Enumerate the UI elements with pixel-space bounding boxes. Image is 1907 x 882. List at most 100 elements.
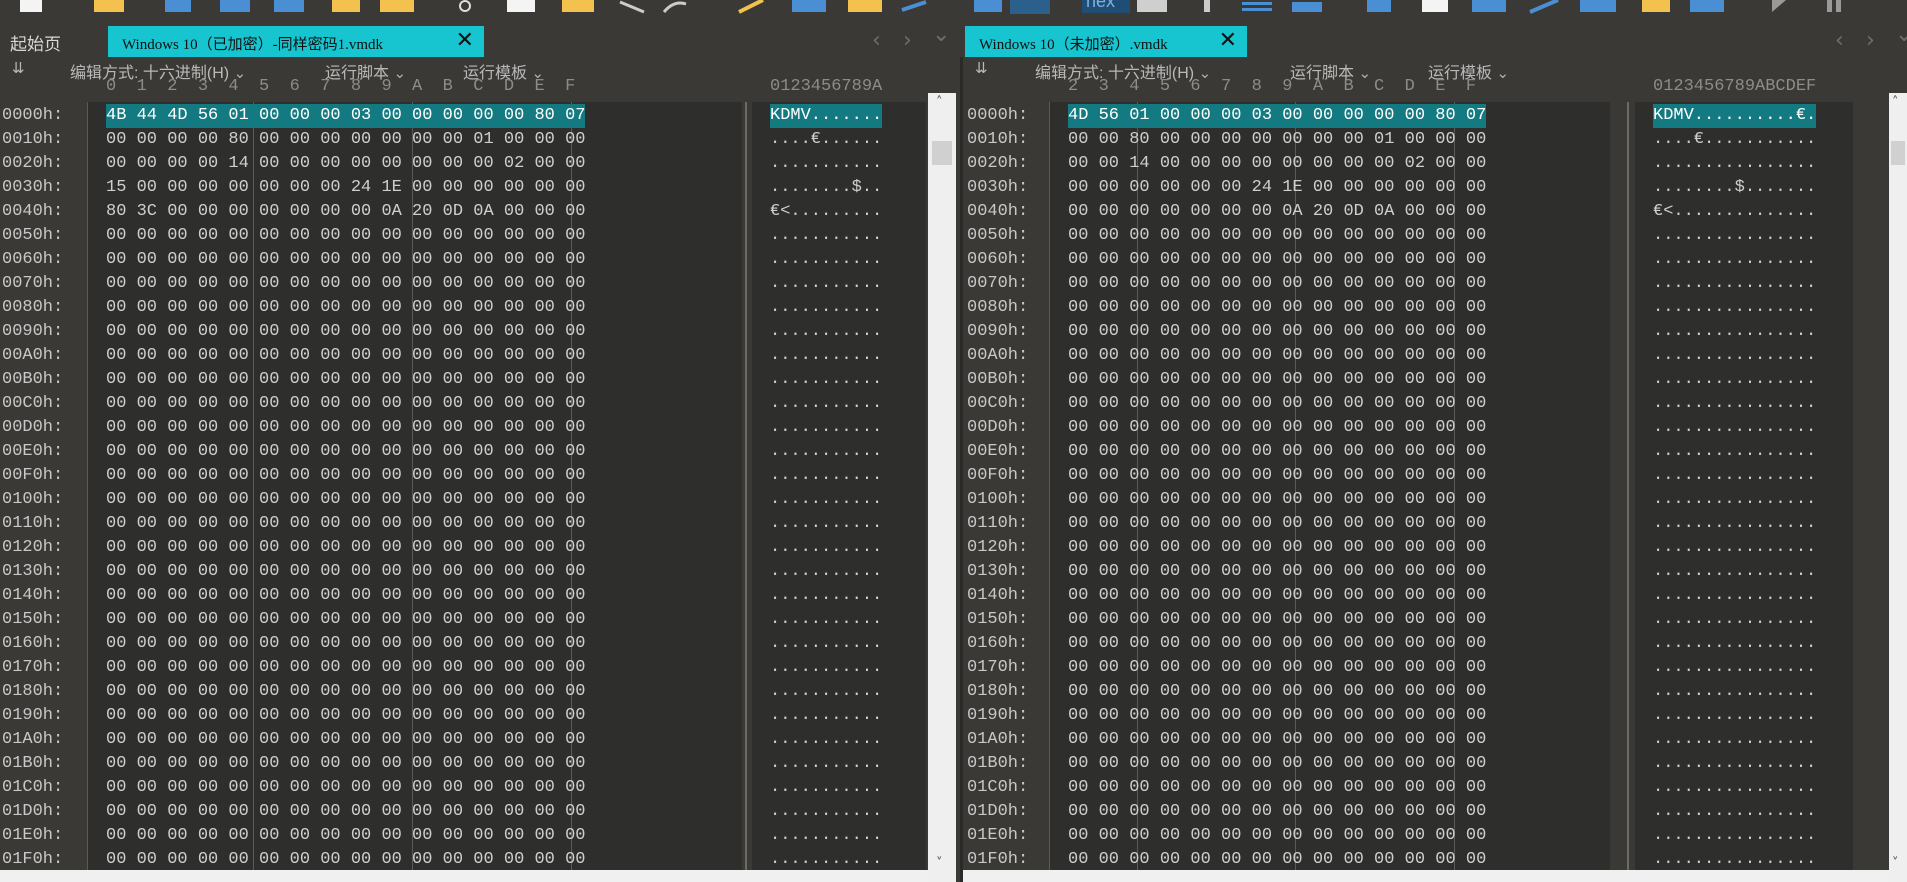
left-ascii-row[interactable]: ........... (770, 224, 882, 248)
right-hex-row[interactable]: 00 00 00 00 00 00 00 00 00 00 00 00 00 0… (1068, 464, 1486, 488)
left-hex-row[interactable]: 00 00 00 00 14 00 00 00 00 00 00 00 00 0… (106, 152, 585, 176)
left-ascii-row[interactable]: ........... (770, 560, 882, 584)
left-hex-row[interactable]: 00 00 00 00 00 00 00 00 00 00 00 00 00 0… (106, 464, 585, 488)
left-hex-row[interactable]: 00 00 00 00 00 00 00 00 00 00 00 00 00 0… (106, 224, 585, 248)
right-ascii-row[interactable]: ................ (1653, 560, 1816, 584)
left-ascii-row[interactable]: ........... (770, 392, 882, 416)
right-hex-row[interactable]: 00 00 00 00 00 00 00 00 00 00 00 00 00 0… (1068, 680, 1486, 704)
left-ascii-row[interactable]: ........... (770, 152, 882, 176)
right-ascii-row[interactable]: ................ (1653, 320, 1816, 344)
tab-right-file[interactable]: Windows 10（未加密）.vmdk ✕ (965, 26, 1247, 57)
right-ascii-row[interactable]: ........$....... (1653, 176, 1816, 200)
left-hex-row[interactable]: 00 00 00 00 00 00 00 00 00 00 00 00 00 0… (106, 392, 585, 416)
left-hex-row[interactable]: 00 00 00 00 00 00 00 00 00 00 00 00 00 0… (106, 704, 585, 728)
info-icon[interactable] (1200, 0, 1216, 16)
left-ascii-row[interactable]: ........... (770, 464, 882, 488)
left-ascii-row[interactable]: ........... (770, 584, 882, 608)
right-ascii-row[interactable]: ................ (1653, 704, 1816, 728)
left-ascii-row[interactable]: €<......... (770, 200, 882, 224)
right-hex-row[interactable]: 00 00 00 00 00 00 00 00 00 00 00 00 00 0… (1068, 584, 1486, 608)
right-ascii-row[interactable]: ................ (1653, 296, 1816, 320)
right-hex-row[interactable]: 00 00 00 00 00 00 00 00 00 00 00 00 00 0… (1068, 392, 1486, 416)
tab-start-page[interactable]: 起始页 (10, 30, 61, 55)
right-hex-row[interactable]: 00 00 00 00 00 00 00 00 00 00 00 00 00 0… (1068, 776, 1486, 800)
left-ascii-grid[interactable]: KDMV....... ....€........................… (770, 104, 883, 872)
left-ascii-row[interactable]: ........... (770, 824, 882, 848)
right-hex-row[interactable]: 00 00 00 00 00 00 00 00 00 00 00 00 00 0… (1068, 560, 1486, 584)
right-ascii-row[interactable]: ................ (1653, 152, 1816, 176)
left-hex-row[interactable]: 00 00 00 00 00 00 00 00 00 00 00 00 00 0… (106, 656, 585, 680)
left-hex-row[interactable]: 00 00 00 00 00 00 00 00 00 00 00 00 00 0… (106, 416, 585, 440)
right-ascii-row[interactable]: ................ (1653, 368, 1816, 392)
right-ascii-row[interactable]: ....€........... (1653, 128, 1816, 152)
left-hex-row[interactable]: 00 00 00 00 00 00 00 00 00 00 00 00 00 0… (106, 608, 585, 632)
scissors-icon[interactable] (455, 0, 483, 16)
right-hex-row[interactable]: 00 00 00 00 00 00 24 1E 00 00 00 00 00 0… (1068, 176, 1486, 200)
left-ascii-row[interactable]: ........... (770, 848, 882, 872)
left-hex-row[interactable]: 4B 44 4D 56 01 00 00 00 03 00 00 00 00 0… (106, 104, 586, 128)
right-hex-row[interactable]: 00 00 14 00 00 00 00 00 00 00 00 02 00 0… (1068, 152, 1486, 176)
left-ascii-row[interactable]: ........... (770, 656, 882, 680)
left-hex-row[interactable]: 00 00 00 00 00 00 00 00 00 00 00 00 00 0… (106, 512, 585, 536)
right-ascii-row[interactable]: KDMV..........€. (1653, 104, 1817, 128)
left-ascii-row[interactable]: ........... (770, 608, 882, 632)
right-hex-row[interactable]: 00 00 00 00 00 00 00 00 00 00 00 00 00 0… (1068, 704, 1486, 728)
right-ascii-row[interactable]: ................ (1653, 776, 1816, 800)
right-hex-row[interactable]: 00 00 00 00 00 00 00 00 00 00 00 00 00 0… (1068, 632, 1486, 656)
left-hex-row[interactable]: 00 00 00 00 00 00 00 00 00 00 00 00 00 0… (106, 848, 585, 872)
left-hex-row[interactable]: 00 00 00 00 00 00 00 00 00 00 00 00 00 0… (106, 680, 585, 704)
left-hex-row[interactable]: 00 00 00 00 00 00 00 00 00 00 00 00 00 0… (106, 272, 585, 296)
tab-next-arrow-icon[interactable]: › (903, 28, 912, 53)
right-hex-row[interactable]: 00 00 00 00 00 00 00 00 00 00 00 00 00 0… (1068, 272, 1486, 296)
left-hex-row[interactable]: 00 00 00 00 00 00 00 00 00 00 00 00 00 0… (106, 776, 585, 800)
right-hex-row[interactable]: 00 00 00 00 00 00 00 00 00 00 00 00 00 0… (1068, 344, 1486, 368)
open-icon[interactable] (330, 0, 364, 16)
left-hex-row[interactable]: 00 00 00 00 00 00 00 00 00 00 00 00 00 0… (106, 800, 585, 824)
right-ascii-row[interactable]: ................ (1653, 464, 1816, 488)
left-hex-row[interactable]: 00 00 00 00 00 00 00 00 00 00 00 00 00 0… (106, 728, 585, 752)
close-icon[interactable]: ✕ (456, 30, 474, 52)
left-ascii-row[interactable]: ........... (770, 680, 882, 704)
right-ascii-row[interactable]: ................ (1653, 608, 1816, 632)
base-convert-icon[interactable] (1688, 0, 1728, 16)
left-hex-grid[interactable]: 4B 44 4D 56 01 00 00 00 03 00 00 00 00 0… (106, 104, 586, 872)
save-as-icon[interactable] (218, 0, 254, 16)
right-hex-row[interactable]: 00 00 00 00 00 00 00 00 00 00 00 00 00 0… (1068, 248, 1486, 272)
left-hex-row[interactable]: 00 00 00 00 00 00 00 00 00 00 00 00 00 0… (106, 752, 585, 776)
left-ascii-row[interactable]: ........... (770, 248, 882, 272)
tab-list-dropdown-icon[interactable]: ⌄ (932, 22, 950, 47)
find-replace-icon[interactable] (846, 0, 886, 16)
left-ascii-row[interactable]: ........... (770, 800, 882, 824)
scroll-up-icon[interactable]: ˄ (1892, 95, 1899, 110)
tab-left-file[interactable]: Windows 10（已加密）-同样密码1.vmdk ✕ (108, 26, 484, 57)
right-hex-row[interactable]: 00 00 00 00 00 00 00 00 00 00 00 00 00 0… (1068, 296, 1486, 320)
left-ascii-row[interactable]: ....€...... (770, 128, 882, 152)
right-vertical-scrollbar[interactable]: ˄ ˅ (1889, 93, 1907, 882)
right-hex-row[interactable]: 00 00 00 00 00 00 00 00 00 00 00 00 00 0… (1068, 800, 1486, 824)
left-ascii-row[interactable]: ........... (770, 704, 882, 728)
calculator-icon[interactable] (1365, 0, 1395, 16)
columns-icon[interactable] (1240, 0, 1276, 16)
right-ascii-row[interactable]: ................ (1653, 224, 1816, 248)
undo-icon[interactable] (618, 0, 648, 16)
pause-icon[interactable] (1825, 0, 1845, 16)
left-ascii-row[interactable]: ........... (770, 536, 882, 560)
save-icon[interactable] (163, 0, 195, 16)
tab-list-dropdown-icon[interactable]: ⌄ (1895, 22, 1907, 47)
right-ascii-row[interactable]: ................ (1653, 392, 1816, 416)
left-hex-row[interactable]: 00 00 00 00 00 00 00 00 00 00 00 00 00 0… (106, 320, 585, 344)
left-ascii-row[interactable]: ........... (770, 296, 882, 320)
tab-prev-arrow-icon[interactable]: ‹ (1835, 28, 1844, 53)
font-icon[interactable] (790, 0, 830, 16)
right-hex-row[interactable]: 00 00 00 00 00 00 00 00 00 00 00 00 00 0… (1068, 656, 1486, 680)
paste-icon[interactable] (560, 0, 598, 16)
right-ascii-row[interactable]: ................ (1653, 800, 1816, 824)
right-hex-row[interactable]: 00 00 00 00 00 00 00 00 00 00 00 00 00 0… (1068, 320, 1486, 344)
right-hex-row[interactable]: 00 00 00 00 00 00 00 00 00 00 00 00 00 0… (1068, 824, 1486, 848)
left-ascii-row[interactable]: ........... (770, 344, 882, 368)
scroll-up-icon[interactable]: ˄ (936, 95, 943, 110)
right-ascii-row[interactable]: ................ (1653, 752, 1816, 776)
left-ascii-row[interactable]: ........... (770, 320, 882, 344)
tab-prev-arrow-icon[interactable]: ‹ (872, 28, 881, 53)
right-hex-row[interactable]: 00 00 00 00 00 00 00 00 00 00 00 00 00 0… (1068, 752, 1486, 776)
